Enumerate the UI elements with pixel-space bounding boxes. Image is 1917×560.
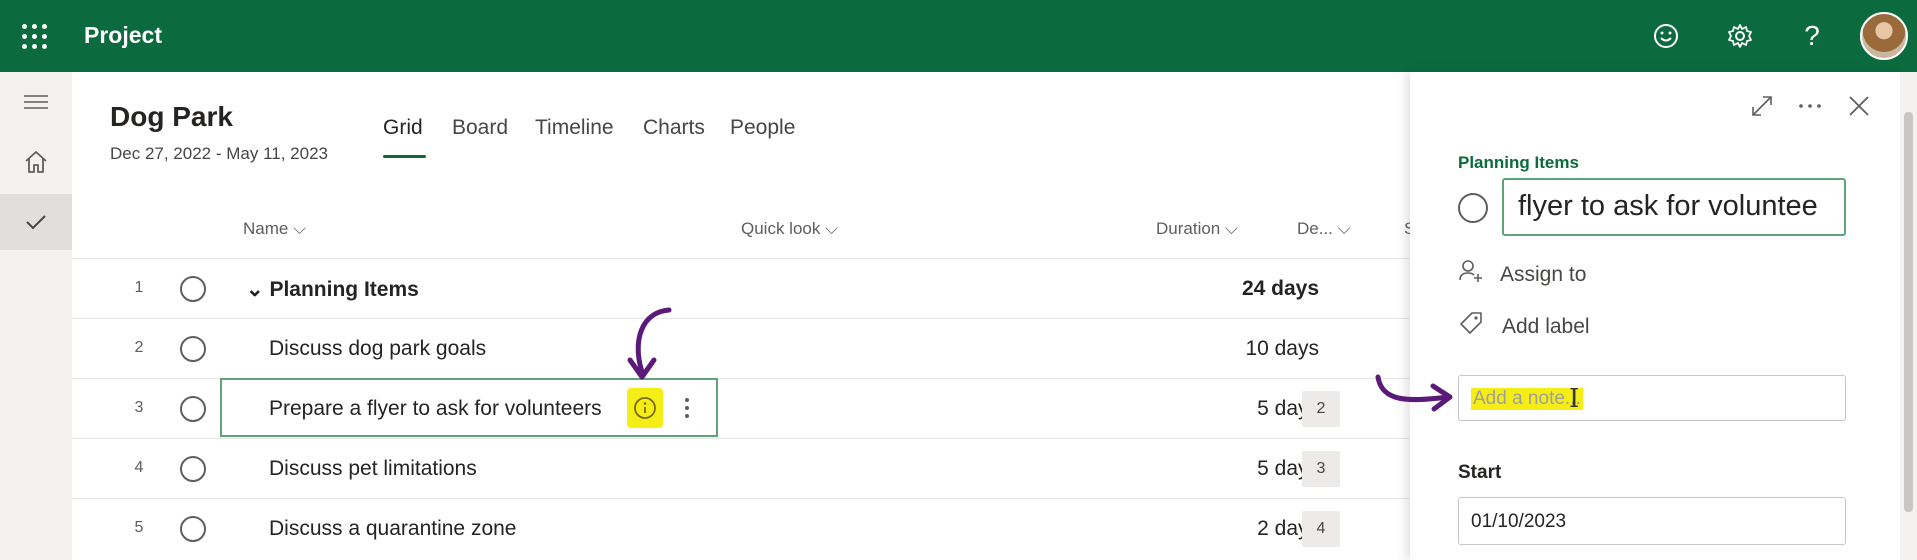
notes-field[interactable]: Add a note... I [1458, 375, 1846, 421]
tab-people[interactable]: People [730, 116, 795, 140]
column-header-duration[interactable]: Duration ⌵ [1156, 219, 1238, 239]
column-header-quick-look[interactable]: Quick look ⌵ [741, 219, 838, 239]
task-duration[interactable]: 10 days [1245, 337, 1319, 361]
dependency-badge[interactable]: 3 [1302, 451, 1340, 487]
column-header-name[interactable]: Name ⌵ [243, 219, 306, 239]
chevron-down-icon: ⌵ [1337, 219, 1351, 238]
table-row[interactable]: 4 Discuss pet limitations 5 days 3 [72, 438, 1412, 498]
row-number: 5 [134, 519, 144, 536]
complete-task-circle[interactable] [180, 336, 206, 362]
chevron-down-icon: ⌵ [1225, 219, 1238, 238]
task-name[interactable]: Discuss a quarantine zone [269, 517, 516, 541]
task-duration[interactable]: 24 days [1242, 277, 1319, 301]
row-number: 3 [134, 399, 144, 416]
tag-icon[interactable] [1458, 310, 1484, 341]
task-name-input[interactable]: flyer to ask for voluntee [1502, 178, 1846, 236]
chevron-down-icon: ⌵ [293, 219, 306, 238]
feedback-smiley-icon[interactable] [1650, 20, 1682, 52]
panel-scrollbar[interactable] [1900, 72, 1917, 560]
add-label-button[interactable]: Add label [1502, 315, 1590, 339]
table-row[interactable]: 5 Discuss a quarantine zone 2 days 4 [72, 498, 1412, 558]
tab-timeline[interactable]: Timeline [535, 116, 614, 140]
complete-task-circle[interactable] [180, 396, 206, 422]
tab-grid[interactable]: Grid [383, 116, 423, 140]
task-name[interactable]: ⌄ Planning Items [246, 277, 419, 302]
task-name[interactable]: Discuss dog park goals [269, 337, 486, 361]
more-options-icon[interactable] [1796, 92, 1824, 125]
app-header: Project ? [0, 0, 1917, 72]
user-avatar[interactable] [1860, 12, 1908, 60]
scrollbar-thumb[interactable] [1904, 112, 1913, 512]
home-icon[interactable] [0, 134, 72, 190]
tab-board[interactable]: Board [452, 116, 508, 140]
active-tab-indicator [383, 155, 426, 158]
app-launcher-icon[interactable] [22, 24, 48, 50]
chevron-down-icon[interactable]: ⌄ [246, 278, 264, 301]
notes-placeholder: Add a note... [1471, 388, 1583, 410]
table-row[interactable]: 2 Discuss dog park goals 10 days [72, 318, 1412, 378]
open-details-info-icon[interactable] [627, 388, 663, 428]
row-number: 2 [134, 339, 144, 356]
start-date-field[interactable]: 01/10/2023 [1458, 497, 1846, 545]
complete-task-circle[interactable] [1458, 193, 1488, 223]
help-icon[interactable]: ? [1796, 20, 1828, 52]
left-nav [0, 72, 72, 560]
start-label: Start [1458, 462, 1502, 483]
dependency-badge[interactable]: 4 [1302, 511, 1340, 547]
person-add-icon[interactable] [1458, 258, 1484, 289]
bucket-label[interactable]: Planning Items [1458, 153, 1579, 173]
app-name[interactable]: Project [84, 22, 162, 49]
table-row[interactable]: 1 ⌄ Planning Items 24 days [72, 258, 1412, 318]
assign-to-button[interactable]: Assign to [1500, 263, 1586, 287]
text-cursor-icon: I [1569, 384, 1580, 414]
chevron-down-icon: ⌵ [825, 219, 838, 238]
task-name[interactable]: Discuss pet limitations [269, 457, 477, 481]
row-number: 1 [134, 279, 144, 296]
settings-gear-icon[interactable] [1724, 20, 1756, 52]
project-title[interactable]: Dog Park [110, 101, 233, 133]
dependency-badge[interactable]: 2 [1302, 391, 1340, 427]
complete-task-circle[interactable] [180, 516, 206, 542]
collapse-menu-icon[interactable] [0, 74, 72, 130]
column-header-dependencies[interactable]: De... ⌵ [1297, 219, 1351, 239]
tab-charts[interactable]: Charts [643, 116, 705, 140]
complete-task-circle[interactable] [180, 456, 206, 482]
close-icon[interactable] [1845, 92, 1873, 125]
expand-icon[interactable] [1748, 92, 1776, 125]
project-dates: Dec 27, 2022 - May 11, 2023 [110, 144, 328, 163]
row-number: 4 [134, 459, 144, 476]
more-options-vertical-icon[interactable] [675, 388, 699, 428]
complete-task-circle[interactable] [180, 276, 206, 302]
my-tasks-check-icon[interactable] [0, 194, 72, 250]
